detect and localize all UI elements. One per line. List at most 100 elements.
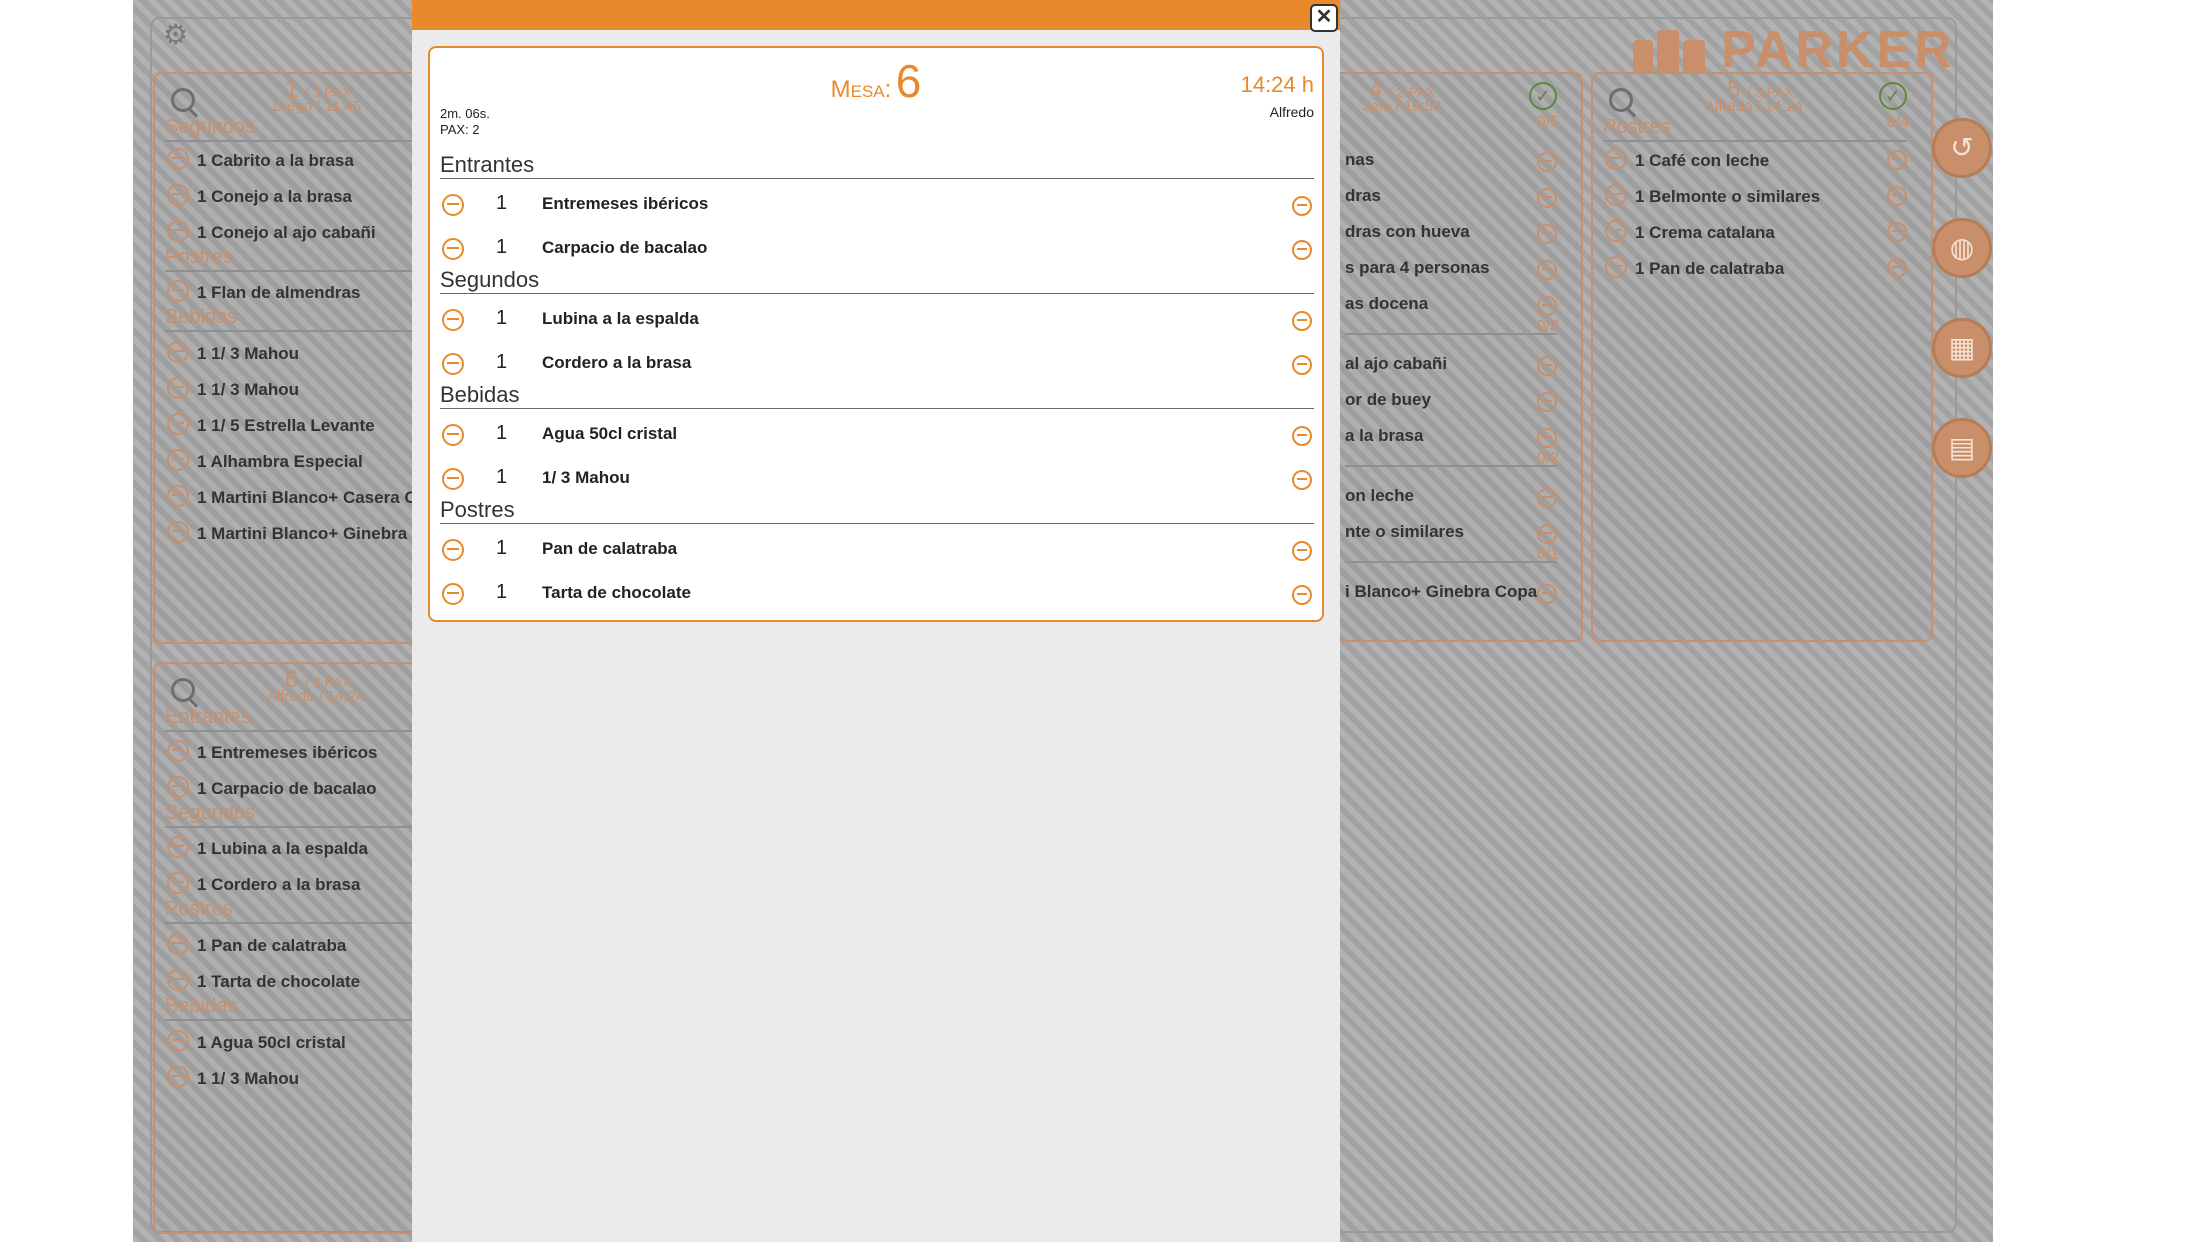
status-icon[interactable] <box>1537 356 1557 376</box>
status-icon[interactable] <box>1292 470 1312 490</box>
section-header: Segundos <box>165 116 419 142</box>
section-divider <box>1345 324 1557 335</box>
list-item[interactable]: 1 1/ 3 Mahou <box>167 377 299 400</box>
ticket-row[interactable]: 1 Agua 50cl cristal <box>440 418 1314 452</box>
list-item[interactable]: on leche <box>1345 486 1414 506</box>
list-item[interactable]: 1 1/ 5 Estrella Levante <box>167 413 375 436</box>
ticket-row[interactable]: 1 Pan de calatraba <box>440 533 1314 567</box>
list-item[interactable]: 1 Martini Blanco+ Casera Co <box>167 485 427 508</box>
search-icon[interactable] <box>1607 86 1637 118</box>
list-item[interactable]: 1 Alhambra Especial <box>167 449 363 472</box>
list-item[interactable]: 1 Pan de calatraba <box>1605 256 1784 279</box>
table-number: 6 <box>895 55 922 107</box>
search-icon[interactable] <box>169 676 199 708</box>
list-item[interactable]: dras con hueva <box>1345 222 1470 242</box>
status-icon[interactable] <box>1537 224 1557 244</box>
list-item[interactable]: 1 1/ 3 Mahou <box>167 1066 299 1089</box>
dishes-button[interactable]: ◍ <box>1932 218 1992 278</box>
status-icon[interactable] <box>1292 355 1312 375</box>
dish-icon <box>167 1030 189 1052</box>
dish-icon[interactable] <box>442 468 464 490</box>
status-icon[interactable] <box>1887 222 1907 242</box>
ticket-row[interactable]: 1 1/ 3 Mahou <box>440 462 1314 496</box>
list-item[interactable]: 1 Agua 50cl cristal <box>167 1030 346 1053</box>
check-icon[interactable]: ✓ <box>1529 82 1557 110</box>
status-icon[interactable] <box>1537 584 1557 604</box>
dish-icon <box>1605 148 1627 170</box>
status-icon[interactable] <box>1292 311 1312 331</box>
dish-icon <box>167 485 189 507</box>
status-icon[interactable] <box>1292 426 1312 446</box>
list-item[interactable]: or de buey <box>1345 390 1431 410</box>
list-item[interactable]: nas <box>1345 150 1374 170</box>
order-card-table-6[interactable]: 6 / 2 PAX Alfredo / 14:24 Entrantes 1 En… <box>153 662 445 1234</box>
close-button[interactable]: ✕ <box>1310 4 1338 32</box>
list-item[interactable]: al ajo cabañi <box>1345 354 1447 374</box>
ticket-row[interactable]: 1 Cordero a la brasa <box>440 347 1314 381</box>
list-item[interactable]: 1 Conejo al ajo cabañi <box>167 220 376 243</box>
list-item[interactable]: 1 Entremeses ibéricos <box>167 740 377 763</box>
status-icon[interactable] <box>1887 150 1907 170</box>
status-icon[interactable] <box>1292 240 1312 260</box>
check-icon[interactable]: ✓ <box>1879 82 1907 110</box>
order-card-table-1[interactable]: 1 / 3 PAX Diego / 11:45 Segundos 1 Cabri… <box>153 72 445 644</box>
waiter-time: Diego / 11:45 <box>273 98 362 115</box>
dish-icon <box>167 1066 189 1088</box>
dish-icon <box>167 521 189 543</box>
list-item[interactable]: i Blanco+ Ginebra Copa <box>1345 582 1537 602</box>
list-item[interactable]: 1 Carpacio de bacalao <box>167 776 377 799</box>
status-icon[interactable] <box>1537 428 1557 448</box>
list-item[interactable]: 1 1/ 3 Mahou <box>167 341 299 364</box>
status-icon[interactable] <box>1537 296 1557 316</box>
status-icon[interactable] <box>1537 260 1557 280</box>
ticket-row[interactable]: 1 Tarta de chocolate <box>440 577 1314 611</box>
list-item[interactable]: a la brasa <box>1345 426 1423 446</box>
status-icon[interactable] <box>1537 488 1557 508</box>
list-item[interactable]: 1 Martini Blanco+ Ginebra C <box>167 521 424 544</box>
list-item[interactable]: s para 4 personas <box>1345 258 1490 278</box>
list-item[interactable]: 1 Conejo a la brasa <box>167 184 352 207</box>
dish-icon <box>167 740 189 762</box>
dish-icon[interactable] <box>442 194 464 216</box>
waiter-name: Alfredo <box>1269 104 1314 120</box>
list-item[interactable]: 1 Cabrito a la brasa <box>167 148 354 171</box>
list-item[interactable]: as docena <box>1345 294 1428 314</box>
dish-icon[interactable] <box>442 353 464 375</box>
list-item[interactable]: 1 Crema catalana <box>1605 220 1775 243</box>
ticket-row[interactable]: 1 Entremeses ibéricos <box>440 188 1314 222</box>
store-button[interactable]: ▤ <box>1932 418 1992 478</box>
item-name: Pan de calatraba <box>542 539 678 558</box>
status-icon[interactable] <box>1292 196 1312 216</box>
search-icon[interactable] <box>169 86 199 118</box>
ticket-row[interactable]: 1 Carpacio de bacalao <box>440 232 1314 266</box>
settings-icon[interactable]: ⚙ <box>163 18 197 52</box>
status-icon[interactable] <box>1887 258 1907 278</box>
list-item[interactable]: 1 Cordero a la brasa <box>167 872 360 895</box>
dish-icon[interactable] <box>442 424 464 446</box>
status-icon[interactable] <box>1537 152 1557 172</box>
item-name: 1/ 3 Mahou <box>542 468 630 487</box>
status-icon[interactable] <box>1537 188 1557 208</box>
dish-icon[interactable] <box>442 583 464 605</box>
dish-icon[interactable] <box>442 238 464 260</box>
status-icon[interactable] <box>1292 585 1312 605</box>
list-item[interactable]: 1 Lubina a la espalda <box>167 836 368 859</box>
history-button[interactable]: ↺ <box>1932 118 1992 178</box>
list-item[interactable]: 1 Café con leche <box>1605 148 1769 171</box>
ticket-row[interactable]: 1 Lubina a la espalda <box>440 303 1314 337</box>
list-item[interactable]: 1 Flan de almendras <box>167 280 360 303</box>
dish-icon[interactable] <box>442 309 464 331</box>
dish-icon[interactable] <box>442 539 464 561</box>
list-item[interactable]: 1 Belmonte o similares <box>1605 184 1820 207</box>
dish-icon <box>167 148 189 170</box>
list-item[interactable]: dras <box>1345 186 1381 206</box>
order-card-table-5[interactable]: 5 / 3 PAX Alfredo / 14:24 ✓ 0/4 Postres … <box>1591 72 1933 642</box>
list-item[interactable]: 1 Pan de calatraba <box>167 933 346 956</box>
list-item[interactable]: nte o similares <box>1345 522 1464 542</box>
status-icon[interactable] <box>1292 541 1312 561</box>
status-icon[interactable] <box>1537 524 1557 544</box>
status-icon[interactable] <box>1887 186 1907 206</box>
status-icon[interactable] <box>1537 392 1557 412</box>
list-item[interactable]: 1 Tarta de chocolate <box>167 969 360 992</box>
calendar-button[interactable]: ▦ <box>1932 318 1992 378</box>
